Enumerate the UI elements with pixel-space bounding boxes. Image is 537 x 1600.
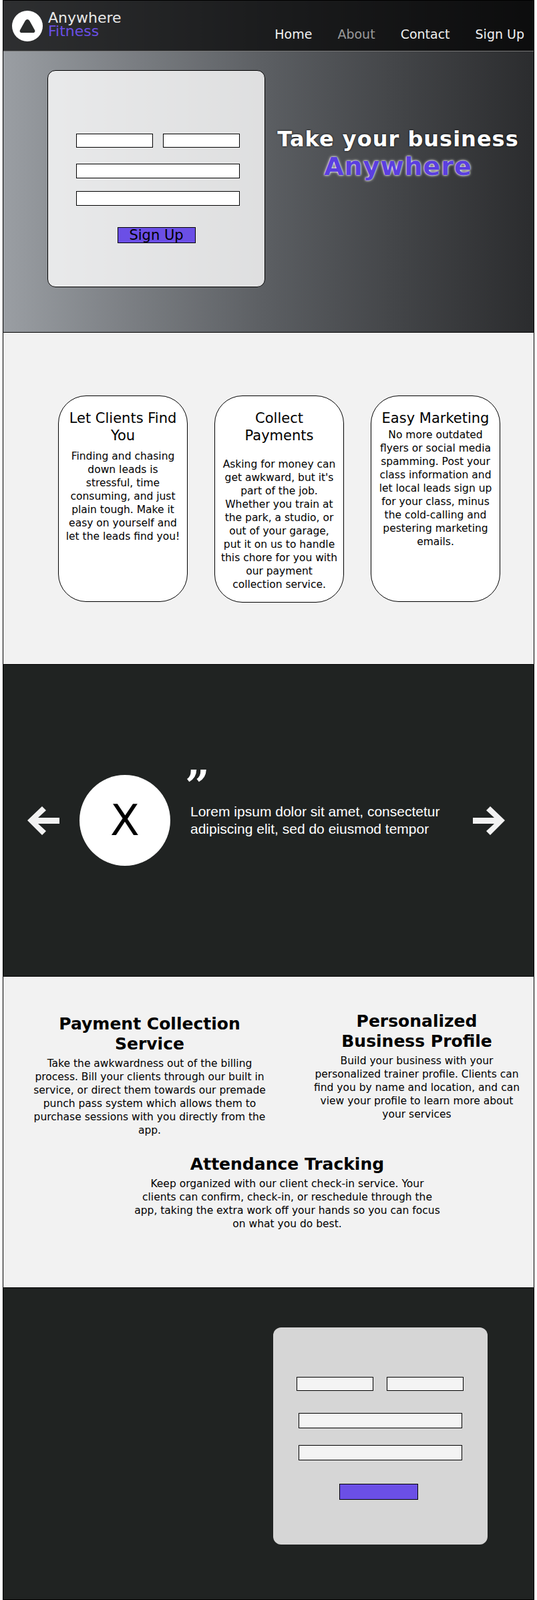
first-name-input[interactable]	[76, 133, 153, 148]
email-input[interactable]	[76, 163, 240, 179]
service-item: Personalized Business ProfileBuild your …	[313, 1011, 521, 1121]
feature-card: Easy MarketingNo more outdated flyers or…	[370, 395, 501, 602]
quote-mark: ”	[185, 764, 453, 803]
feature-card: Let Clients Find You Finding and chasing …	[58, 395, 188, 602]
triangle-icon	[18, 18, 37, 35]
next-arrow-icon[interactable]	[470, 802, 507, 839]
feature-card: Collect Payments Asking for money can get…	[214, 395, 344, 603]
password-input[interactable]	[76, 191, 240, 206]
feature-title: Collect Payments	[219, 409, 339, 445]
hero-headline: Take your business Anywhere	[265, 51, 534, 288]
page: Anywhere Fitness Home About Contact Sign Up…	[2, 0, 535, 1600]
service-body: Keep organized with our client check-in …	[133, 1176, 441, 1231]
nav-item[interactable]: Sign Up	[475, 26, 525, 43]
brand-sub: Fitness	[48, 24, 122, 39]
service-title: Attendance Tracking	[190, 1154, 385, 1175]
first-name-input[interactable]	[296, 1376, 374, 1391]
feature-body: No more outdated flyers or social media …	[376, 428, 495, 549]
brand[interactable]: Anywhere Fitness	[12, 10, 122, 42]
hero: Anywhere Fitness Home About Contact Sign Up…	[3, 0, 534, 332]
feature-body: Finding and chasing down leads is stress…	[63, 449, 183, 544]
last-name-input[interactable]	[162, 133, 240, 148]
logo-icon	[12, 10, 43, 42]
password-input[interactable]	[298, 1444, 463, 1461]
submit-button[interactable]	[339, 1483, 419, 1500]
footer-form-card	[273, 1327, 488, 1545]
signup-card: Sign Up	[47, 70, 266, 288]
service-title: Payment Collection Service	[32, 1013, 267, 1054]
testimonial-text: Lorem ipsum dolor sit amet, consectetur …	[190, 802, 458, 838]
service-item: Payment Collection ServiceTake the awkwa…	[32, 1013, 267, 1137]
nav-item[interactable]: Home	[274, 26, 312, 43]
signup-button[interactable]: Sign Up	[117, 227, 196, 244]
last-name-input[interactable]	[386, 1376, 464, 1391]
footer-section	[3, 1287, 534, 1599]
nav-menu: Home About Contact Sign Up	[274, 10, 525, 43]
service-body: Take the awkwardness out of the billing …	[32, 1056, 267, 1137]
feature-title: Let Clients Find You	[63, 409, 183, 445]
nav-bar: Anywhere Fitness Home About Contact Sign Up	[3, 0, 534, 52]
nav-item[interactable]: About	[337, 26, 375, 43]
headline: Take your business	[277, 126, 519, 152]
service-body: Build your business with your personaliz…	[313, 1053, 521, 1121]
email-input[interactable]	[298, 1412, 463, 1428]
service-item: Attendance TrackingKeep organized with o…	[133, 1154, 441, 1231]
avatar: X	[79, 774, 171, 866]
brand-name: Anywhere	[48, 11, 122, 25]
prev-arrow-icon[interactable]	[25, 802, 62, 839]
nav-item[interactable]: Contact	[400, 26, 451, 43]
testimonial-section: X ” Lorem ipsum dolor sit amet, consecte…	[3, 663, 534, 976]
features-section: Let Clients Find You Finding and chasing …	[3, 331, 534, 664]
feature-body: Asking for money can get awkward, but it…	[219, 457, 339, 592]
feature-title: Easy Marketing	[376, 409, 495, 427]
testimonial-body: ” Lorem ipsum dolor sit amet, consectetu…	[190, 802, 458, 838]
service-title: Personalized Business Profile	[313, 1011, 521, 1052]
services-section: Payment Collection ServiceTake the awkwa…	[3, 975, 534, 1288]
headline-highlight: Anywhere	[323, 151, 473, 182]
